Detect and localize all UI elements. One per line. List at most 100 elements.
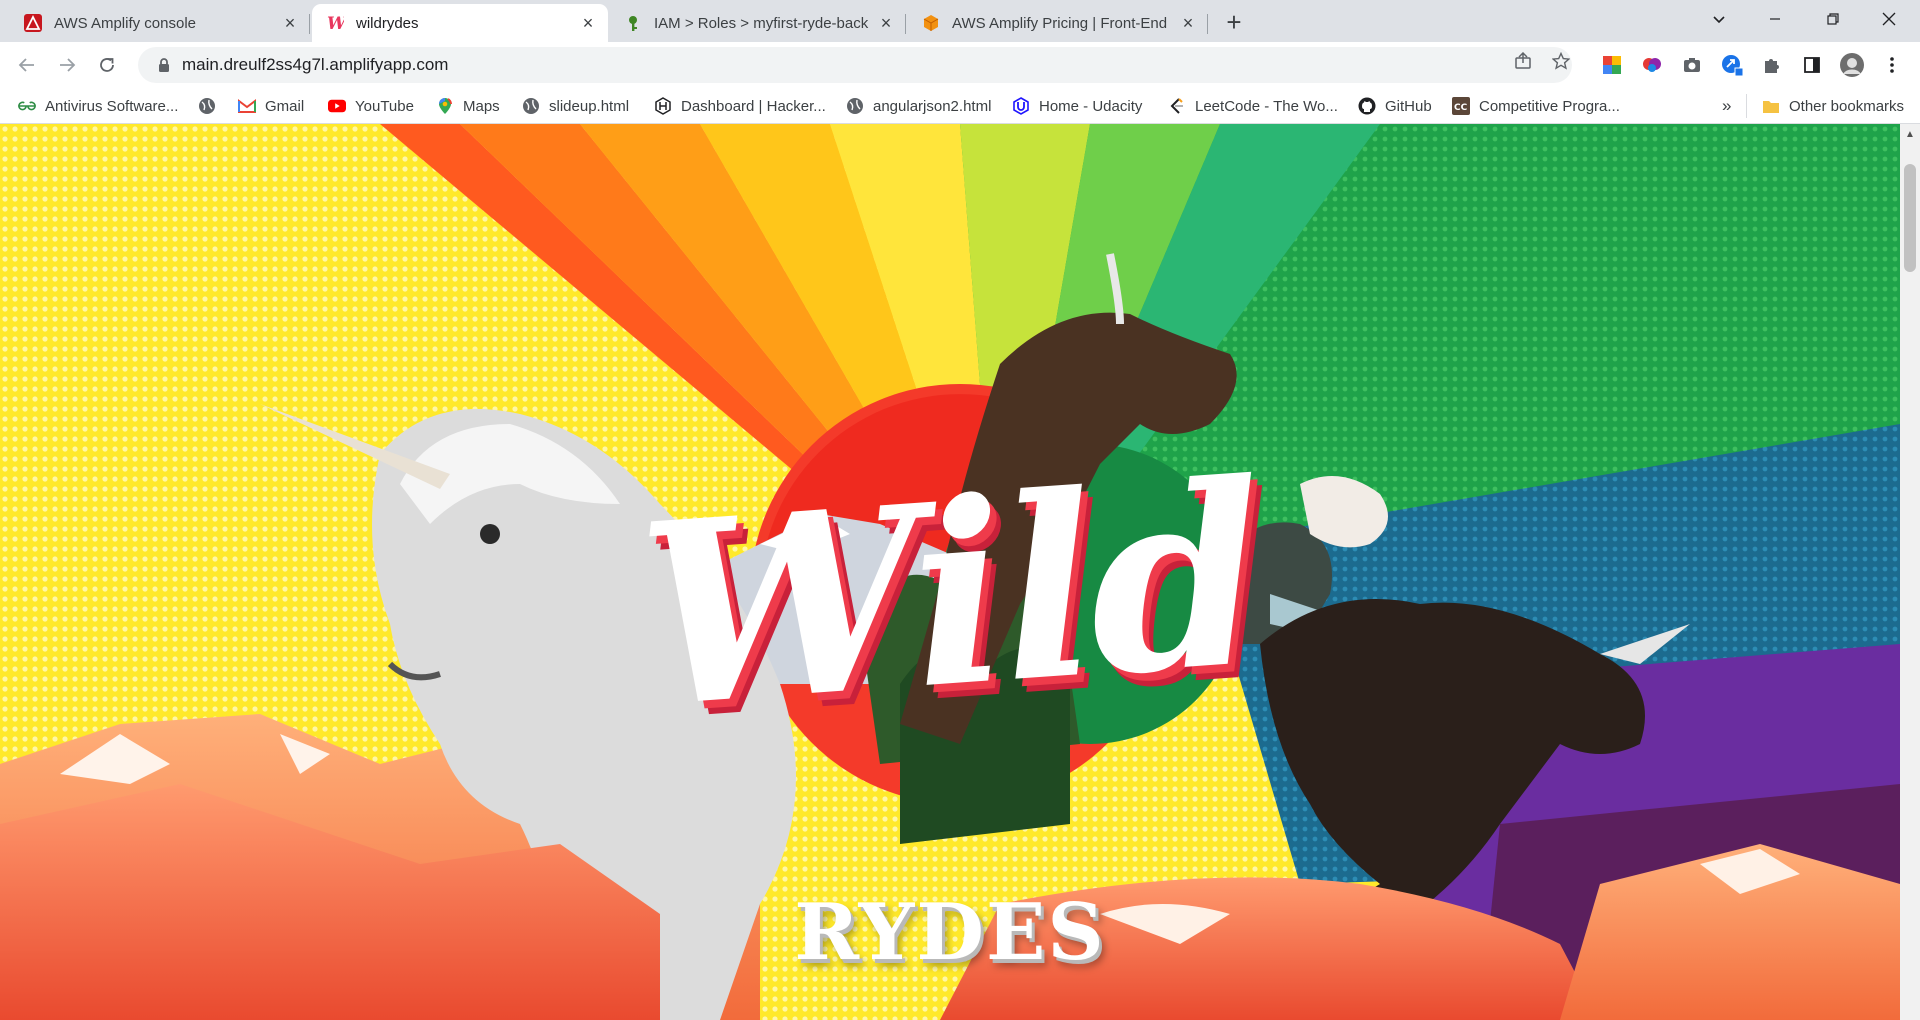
share-icon [1515,52,1531,69]
minimize-button[interactable] [1752,0,1798,38]
star-icon [1552,52,1570,70]
bookmark-github[interactable]: GitHub [1358,95,1432,117]
bookmark-globe[interactable] [198,95,225,117]
folder-icon [1762,97,1780,115]
puzzle-icon [1765,59,1779,73]
gmail-icon [238,97,256,115]
wildrydes-w-icon: W [326,14,344,32]
close-icon[interactable]: × [1178,13,1198,33]
bookmark-label: Other bookmarks [1789,97,1905,115]
bookmark-udacity[interactable]: Home - Udacity [1012,95,1142,117]
tab-wildrydes[interactable]: W wildrydes × [312,4,608,42]
hackerrank-icon [654,97,672,115]
tab-separator [905,14,906,34]
scroll-thumb[interactable] [1904,164,1916,272]
close-icon [1882,12,1896,26]
bookmark-star-button[interactable] [1550,50,1572,72]
tab-search-button[interactable] [1696,0,1742,38]
avatar[interactable] [1840,53,1864,77]
gfg-icon [18,97,36,115]
iam-key-icon [624,14,642,32]
bookmark-label: GitHub [1385,97,1432,115]
tab-title: IAM > Roles > myfirst-ryde-back [654,14,869,32]
bookmark-label: Home - Udacity [1039,97,1143,115]
page-scrollbar[interactable]: ▲ [1900,124,1920,1020]
profile-sync-icon [1722,55,1743,76]
camera-icon [1684,58,1700,72]
close-icon[interactable]: × [578,13,598,33]
cc-icon: CC [1452,97,1470,115]
svg-text:CC: CC [1454,103,1468,113]
bookmark-other[interactable]: Other bookmarks [1762,95,1904,117]
tab-separator [309,14,310,34]
lock-icon [146,57,182,73]
tab-iam-roles[interactable]: IAM > Roles > myfirst-ryde-back × [610,4,906,42]
back-button[interactable] [12,50,42,80]
bookmark-gmail[interactable]: Gmail [238,95,304,117]
close-window-button[interactable] [1866,0,1912,38]
browser-toolbar: main.dreulf2ss4g7l.amplifyapp.com [0,42,1920,88]
globe-icon [846,97,864,115]
udacity-icon [1012,97,1030,115]
tab-title: wildrydes [356,14,419,32]
close-icon[interactable]: × [876,13,896,33]
svg-text:W: W [327,14,344,32]
new-tab-button[interactable]: + [1220,7,1248,37]
globe-icon [198,97,216,115]
brain-icon [1643,58,1661,72]
maps-icon [436,97,454,115]
aws-amplify-icon [24,14,42,32]
arrow-right-icon [60,58,76,72]
bookmark-label: Dashboard | Hacker... [681,97,826,115]
reload-button[interactable] [92,50,122,80]
restore-button[interactable] [1810,0,1856,38]
restore-icon [1827,13,1839,25]
hero-title-wild: Wild [631,426,1269,764]
youtube-icon [328,97,346,115]
bookmark-label: LeetCode - The Wo... [1195,97,1338,115]
tab-title: AWS Amplify console [54,14,196,32]
bookmark-label: Maps [463,97,500,115]
tab-separator [1207,14,1208,34]
globe-icon [522,97,540,115]
tab-aws-amplify-pricing[interactable]: AWS Amplify Pricing | Front-End × [908,4,1208,42]
scroll-up-arrow-icon[interactable]: ▲ [1900,124,1920,144]
bookmark-label: Antivirus Software... [45,97,179,115]
share-button[interactable] [1512,50,1534,72]
bookmark-label: slideup.html [549,97,630,115]
bookmark-angularjson2[interactable]: angularjson2.html [846,95,991,117]
bookmarks-overflow-button[interactable]: » [1722,95,1731,117]
side-panel-icon [1804,57,1820,73]
url-text[interactable]: main.dreulf2ss4g7l.amplifyapp.com [182,55,448,75]
tab-aws-amplify-console[interactable]: AWS Amplify console × [10,4,310,42]
bookmark-antivirus[interactable]: Antivirus Software... [18,95,178,117]
bookmark-leetcode[interactable]: LeetCode - The Wo... [1168,95,1338,117]
extension-active[interactable] [1720,53,1744,77]
page-viewport: Wild RYDES [0,124,1900,1020]
close-icon[interactable]: × [280,13,300,33]
extension-brain[interactable] [1640,53,1664,77]
forward-button[interactable] [52,50,82,80]
extension-colorpicker[interactable] [1600,53,1624,77]
tab-title: AWS Amplify Pricing | Front-End [952,14,1168,32]
arrow-left-icon [18,58,34,72]
reload-icon [100,58,114,72]
bookmark-hackerrank[interactable]: Dashboard | Hacker... [654,95,826,117]
bookmark-label: Competitive Progra... [1479,97,1620,115]
bookmark-slideup[interactable]: slideup.html [522,95,629,117]
side-panel-button[interactable] [1800,53,1824,77]
bookmark-youtube[interactable]: YouTube [328,95,414,117]
bookmark-competitive[interactable]: CC Competitive Progra... [1452,95,1620,117]
extension-screenshot[interactable] [1680,53,1704,77]
bookmarks-bar: Antivirus Software... Gmail YouTube Maps… [0,88,1920,124]
bookmark-label: YouTube [355,97,414,115]
address-bar[interactable]: main.dreulf2ss4g7l.amplifyapp.com [138,47,1572,83]
extensions-button[interactable] [1760,53,1784,77]
bookmark-label: angularjson2.html [873,97,992,115]
menu-button[interactable] [1880,53,1904,77]
minimize-icon [1770,18,1780,20]
tab-strip: AWS Amplify console × W wildrydes × IAM … [0,0,1920,42]
bookmark-maps[interactable]: Maps [436,95,500,117]
aws-box-icon [922,14,940,32]
leetcode-icon [1168,97,1186,115]
